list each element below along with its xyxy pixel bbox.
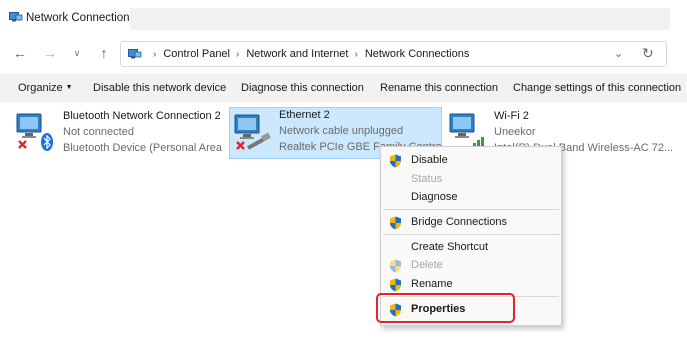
adapter-bluetooth[interactable]: Bluetooth Network Connection 2 Not conne…	[14, 108, 224, 162]
menu-item-label: Rename	[411, 278, 453, 290]
menu-item-label: Diagnose	[411, 191, 458, 203]
menu-item-label: Delete	[411, 259, 443, 271]
properties-highlight-box	[376, 293, 515, 323]
uac-shield-icon	[390, 278, 401, 292]
title-bar: Network Connections	[0, 0, 687, 36]
back-arrow-icon[interactable]: ←	[11, 44, 29, 62]
adapter-device: Bluetooth Device (Personal Area ...	[63, 142, 223, 154]
breadcrumb-network-and-internet[interactable]: Network and Internet	[246, 48, 348, 60]
title-bar-blank	[130, 8, 670, 30]
rename-connection-button[interactable]: Rename this connection	[380, 82, 498, 94]
menu-item-label: Status	[411, 173, 443, 185]
organize-button[interactable]: Organize ▼	[18, 82, 73, 94]
menu-separator	[383, 209, 559, 210]
uac-shield-icon	[390, 259, 401, 273]
organize-label: Organize	[18, 82, 63, 94]
uac-shield-icon	[390, 154, 401, 168]
address-bar[interactable]: › Control Panel › Network and Internet › Netw…	[120, 41, 667, 67]
breadcrumb: › Control Panel › Network and Internet › Netw…	[147, 48, 469, 60]
menu-item-label: Disable	[411, 154, 448, 166]
control-panel-icon	[128, 49, 142, 59]
adapter-status: Network cable unplugged	[279, 125, 404, 137]
menu-item-status: Status	[381, 171, 563, 189]
bluetooth-adapter-icon	[16, 113, 53, 151]
breadcrumb-separator-icon: ›	[236, 49, 240, 60]
address-history-dropdown-icon[interactable]: ⌄	[614, 47, 623, 60]
menu-item-create-shortcut[interactable]: Create Shortcut	[381, 239, 563, 257]
caret-down-icon: ▼	[65, 84, 73, 91]
ethernet-adapter-icon	[234, 114, 271, 150]
command-bar: Organize ▼ Disable this network device Di…	[0, 74, 687, 102]
chevron-down-icon[interactable]: ∨	[68, 44, 86, 62]
change-settings-button[interactable]: Change settings of this connection	[513, 82, 681, 94]
disable-device-button[interactable]: Disable this network device	[93, 82, 226, 94]
uac-shield-icon	[390, 216, 401, 230]
refresh-icon[interactable]: ↻	[642, 45, 654, 62]
adapter-name: Ethernet 2	[279, 109, 330, 121]
breadcrumb-separator-icon: ›	[153, 49, 157, 60]
adapter-list: Bluetooth Network Connection 2 Not conne…	[0, 102, 687, 358]
menu-separator	[383, 234, 559, 235]
network-connections-icon	[9, 12, 23, 22]
breadcrumb-control-panel[interactable]: Control Panel	[163, 48, 230, 60]
navigation-bar: ← → ∨ ↑ › Control Panel › Network and Inter…	[0, 38, 687, 70]
adapter-status: Uneekor	[494, 126, 536, 138]
up-arrow-icon[interactable]: ↑	[95, 44, 113, 62]
menu-item-label: Bridge Connections	[411, 216, 508, 228]
menu-item-label: Create Shortcut	[411, 241, 489, 253]
breadcrumb-network-connections[interactable]: Network Connections	[365, 48, 470, 60]
menu-item-bridge-connections[interactable]: Bridge Connections	[381, 214, 563, 232]
menu-item-disable[interactable]: Disable	[381, 152, 563, 170]
breadcrumb-separator-icon: ›	[354, 49, 358, 60]
adapter-name: Wi-Fi 2	[494, 110, 529, 122]
adapter-name: Bluetooth Network Connection 2	[63, 110, 221, 122]
diagnose-connection-button[interactable]: Diagnose this connection	[241, 82, 364, 94]
menu-item-diagnose[interactable]: Diagnose	[381, 189, 563, 207]
forward-arrow-icon[interactable]: →	[41, 44, 59, 62]
window-title: Network Connections	[26, 12, 136, 24]
menu-item-rename[interactable]: Rename	[381, 276, 563, 294]
menu-item-delete: Delete	[381, 257, 563, 275]
adapter-status: Not connected	[63, 126, 134, 138]
